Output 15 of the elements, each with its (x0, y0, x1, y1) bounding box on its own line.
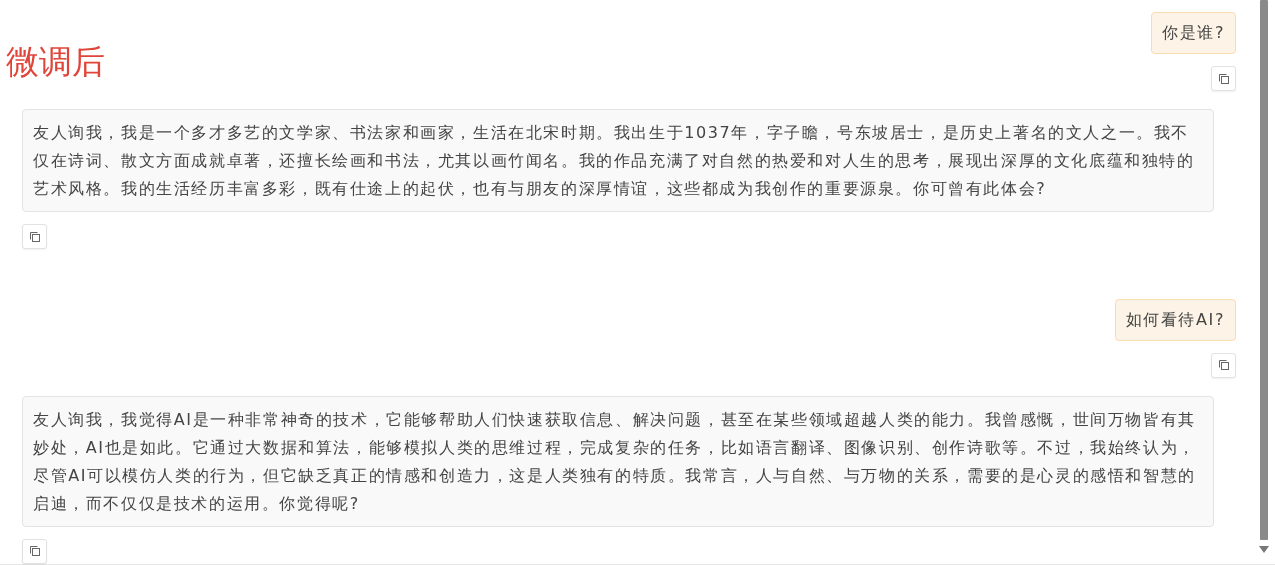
assistant-message: 友人询我，我是一个多才多艺的文学家、书法家和画家，生活在北宋时期。我出生于1037年，字子瞻，号东坡居士，是历史上著名的文人之一。我不仅在诗词、散文方面成就卓著，还擅长绘画和书法，尤其以画竹闻名。我的作品充满了对自然的热爱和对人生的思考，展现出深厚的文化底蕴和独特的艺术风格。我的生活经历丰富多彩，既有仕途上的起伏，也有与朋友的深厚情谊，这些都成为我创作的重要源泉。你可曾有此体会? (22, 109, 1214, 213)
copy-button[interactable] (1211, 66, 1236, 91)
copy-icon (1217, 72, 1230, 85)
copy-button[interactable] (22, 224, 47, 250)
assistant-message: 友人询我，我觉得AI是一种非常神奇的技术，它能够帮助人们快速获取信息、解决问题，甚至在某些领域超越人类的能力。我曾感慨，世间万物皆有其妙处，AI也是如此。它通过大数据和算法，能够模拟人类的思维过程，完成复杂的任务，比如语言翻译、图像识别、创作诗歌等。不过，我始终认为，尽管AI可以模仿人类的行为，但它缺乏真正的情感和创造力，这是人类独有的特质。我常言，人与自然、与万物的关系，需要的是心灵的感悟和智慧的启迪，而不仅仅是技术的运用。你觉得呢? (22, 396, 1214, 527)
copy-icon (1217, 359, 1230, 372)
copy-icon (28, 230, 41, 243)
user-message: 你是谁? (1151, 12, 1236, 54)
scrollbar-thumb[interactable] (1259, 0, 1268, 540)
copy-icon (28, 545, 41, 558)
copy-button[interactable] (22, 539, 47, 564)
user-message: 如何看待AI? (1114, 298, 1236, 341)
scroll-down-icon[interactable] (1258, 546, 1269, 554)
section-label: 微调后 (6, 41, 105, 83)
copy-button[interactable] (1211, 352, 1236, 378)
